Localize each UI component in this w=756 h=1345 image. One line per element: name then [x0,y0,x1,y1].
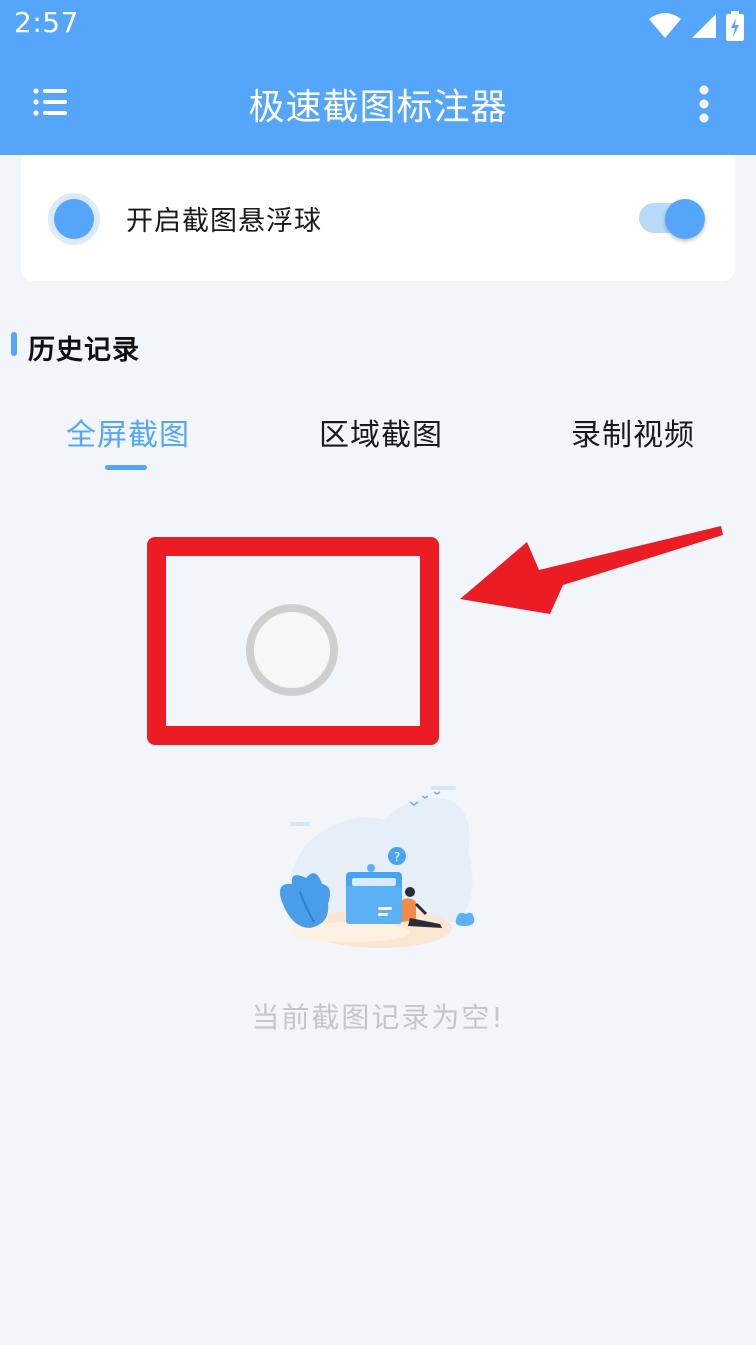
app-title: 极速截图标注器 [248,87,508,128]
tab-fullscreen-screenshot[interactable]: 全屏截图 [66,410,190,454]
svg-text:?: ? [394,850,400,864]
loading-spinner-icon [246,604,338,696]
wifi-icon [649,13,681,38]
floating-ball-toggle[interactable] [639,199,705,239]
active-tab-indicator [105,465,147,470]
toggle-thumb [665,199,705,239]
section-accent-bar [11,332,17,356]
status-time: 2:57 [14,6,79,39]
empty-state-message: 当前截图记录为空! [251,1001,505,1034]
red-arrow-icon [460,526,723,614]
more-options-button[interactable] [688,80,720,128]
floating-ball-label: 开启截图悬浮球 [126,206,322,237]
more-vertical-icon [699,85,709,123]
battery-charging-icon [726,11,744,41]
history-title: 历史记录 [28,335,140,366]
floating-ball-card: 开启截图悬浮球 [21,155,735,281]
status-icons [648,10,744,42]
floating-ball-icon [48,193,100,245]
empty-state-illustration: ? [279,786,475,948]
signal-icon [692,14,716,38]
tab-region-screenshot[interactable]: 区域截图 [319,410,443,454]
top-app-bar: 2:57 极速截图标注器 [0,0,756,155]
tab-screen-recording[interactable]: 录制视频 [571,410,695,454]
